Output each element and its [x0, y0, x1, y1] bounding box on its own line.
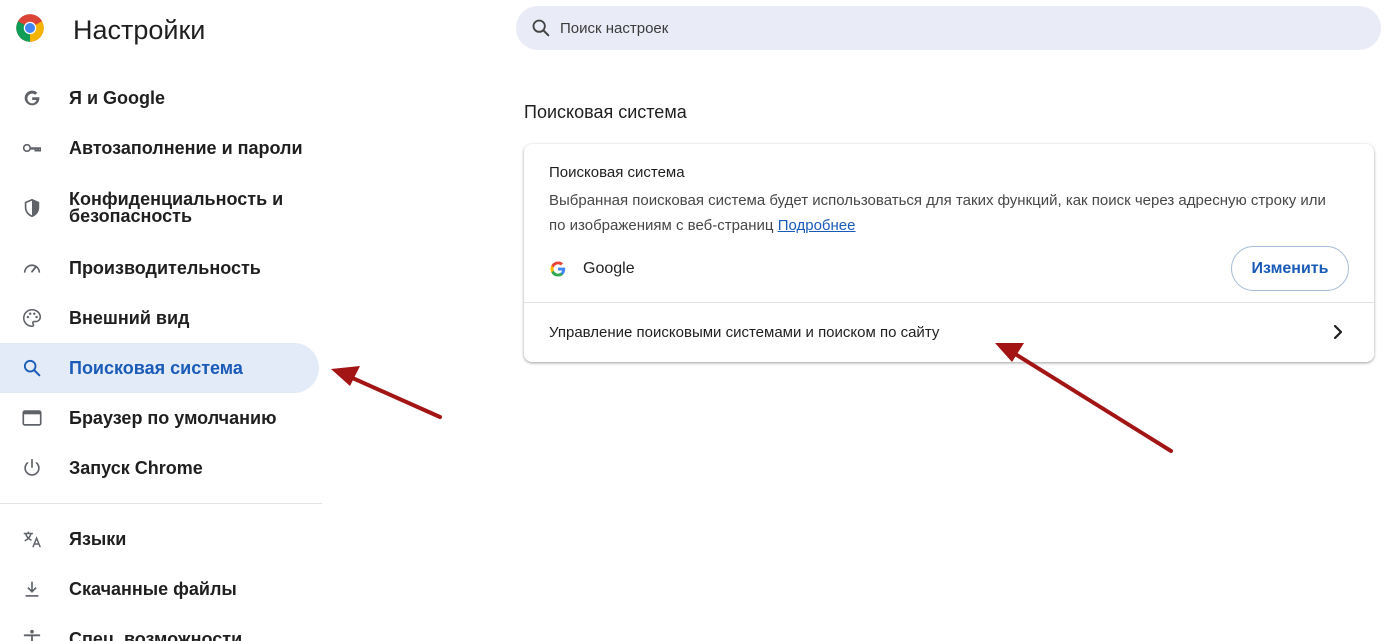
sidebar-nav: Я и Google Автозаполнение и пароли Конфи…: [0, 73, 322, 641]
translate-icon: [20, 527, 44, 551]
arrow-to-sidebar-item: [331, 366, 442, 419]
sidebar-item-performance[interactable]: Производительность: [0, 243, 319, 293]
accessibility-icon: [20, 627, 44, 641]
google-logo-icon: [550, 261, 566, 277]
card-description: Выбранная поисковая система будет исполь…: [549, 188, 1339, 238]
sidebar-item-label: Языки: [69, 528, 127, 549]
sidebar-item-label: Я и Google: [69, 87, 166, 108]
sidebar-item-downloads[interactable]: Скачанные файлы: [0, 564, 319, 614]
chevron-right-icon: [1333, 324, 1343, 340]
sidebar-item-autofill[interactable]: Автозаполнение и пароли: [0, 123, 319, 173]
manage-search-engines-label: Управление поисковыми системами и поиско…: [549, 324, 940, 341]
section-title: Поисковая система: [524, 102, 687, 122]
search-bar[interactable]: [516, 6, 1381, 50]
browser-window-icon: [20, 406, 44, 430]
google-g-icon: [20, 86, 44, 110]
search-input[interactable]: [560, 13, 1340, 43]
sidebar-item-label: Скачанные файлы: [69, 578, 237, 599]
description-text: Выбранная поисковая система будет исполь…: [549, 192, 1326, 234]
sidebar-item-default-browser[interactable]: Браузер по умолчанию: [0, 393, 319, 443]
sidebar-item-label: Спец. возможности: [69, 628, 243, 641]
search-icon: [532, 19, 550, 37]
engine-name: Google: [583, 260, 635, 277]
sidebar-item-languages[interactable]: Языки: [0, 514, 319, 564]
sidebar-item-label: Запуск Chrome: [69, 457, 203, 478]
sidebar-item-on-startup[interactable]: Запуск Chrome: [0, 443, 319, 493]
sidebar-item-label: Конфиденциальность и безопасность: [69, 189, 284, 226]
change-button[interactable]: Изменить: [1231, 246, 1349, 291]
sidebar-item-search-engine[interactable]: Поисковая система: [0, 343, 319, 393]
chrome-logo-icon: [16, 14, 44, 42]
download-icon: [20, 577, 44, 601]
card-heading: Поисковая система: [549, 164, 685, 181]
learn-more-link[interactable]: Подробнее: [778, 217, 856, 234]
palette-icon: [20, 306, 44, 330]
sidebar-item-label: Производительность: [69, 257, 261, 278]
sidebar-item-appearance[interactable]: Внешний вид: [0, 293, 319, 343]
shield-icon: [20, 196, 44, 220]
page-title: Настройки: [73, 15, 206, 45]
sidebar-item-accessibility[interactable]: Спец. возможности: [0, 614, 319, 641]
search-icon: [20, 356, 44, 380]
sidebar-item-label: Браузер по умолчанию: [69, 407, 277, 428]
sidebar-item-privacy[interactable]: Конфиденциальность и безопасность: [0, 173, 319, 243]
sidebar-item-label: Поисковая система: [69, 357, 243, 378]
manage-search-engines-row[interactable]: Управление поисковыми системами и поиско…: [524, 303, 1374, 362]
sidebar-item-label: Внешний вид: [69, 307, 190, 328]
speedometer-icon: [20, 256, 44, 280]
current-engine: Google: [549, 256, 635, 282]
sidebar-item-you-and-google[interactable]: Я и Google: [0, 73, 319, 123]
search-engine-card: Поисковая система Выбранная поисковая си…: [524, 144, 1374, 362]
sidebar-divider: [0, 503, 322, 504]
settings-window: Настройки Я и Google Автозаполнение и па…: [0, 0, 1392, 641]
key-icon: [20, 136, 44, 160]
power-icon: [20, 456, 44, 480]
sidebar-item-label: Автозаполнение и пароли: [69, 137, 303, 158]
